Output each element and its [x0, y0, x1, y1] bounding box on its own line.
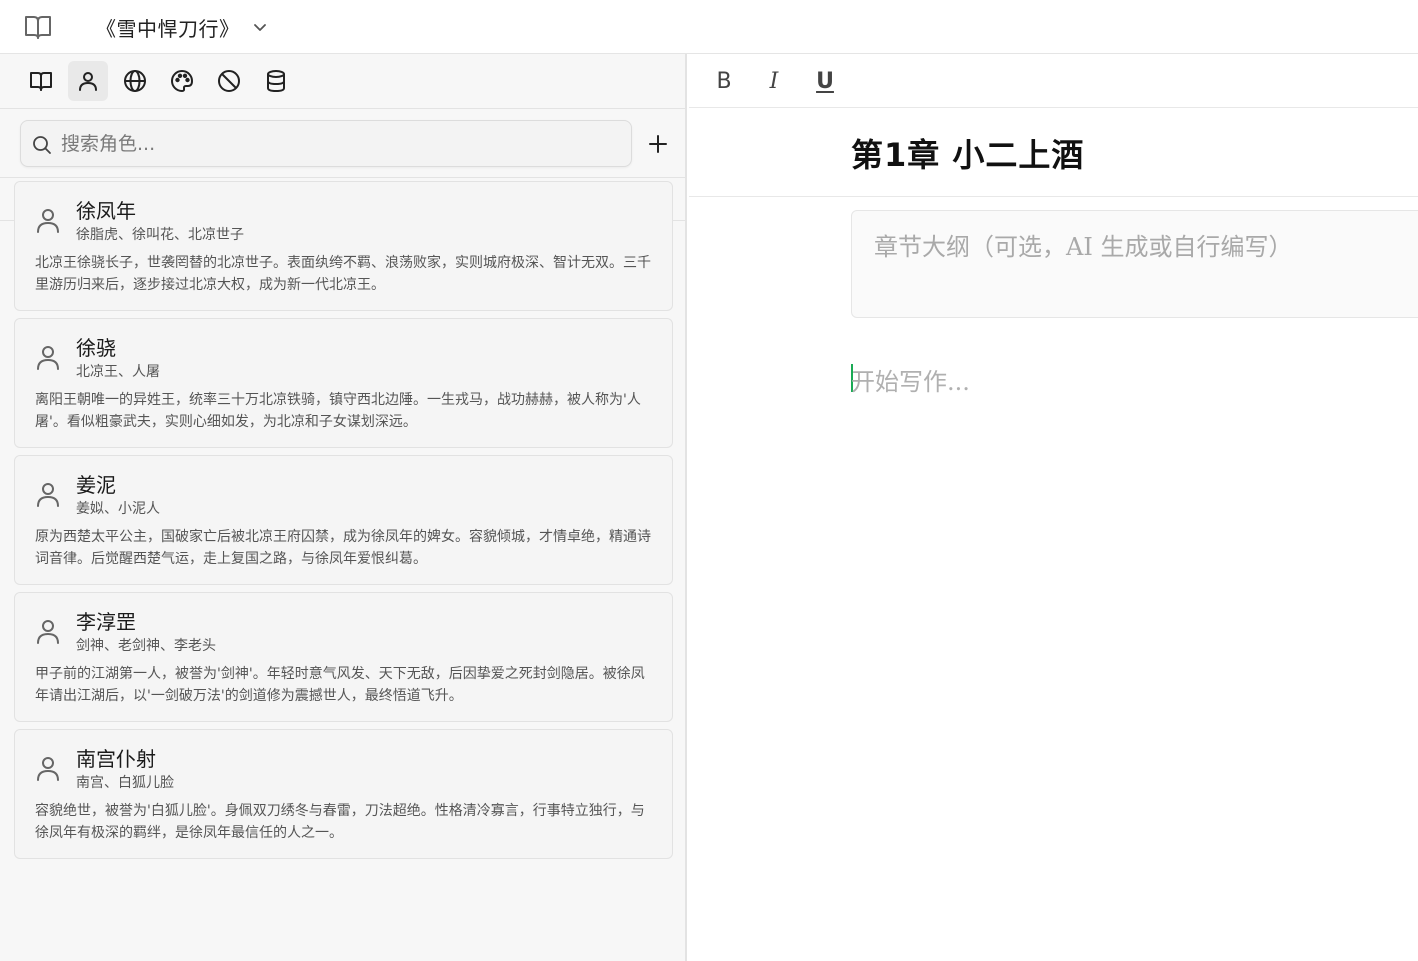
chapter-title-row: 第1章 小二上酒	[689, 108, 1418, 197]
character-name: 徐骁	[76, 336, 116, 360]
character-description: 原为西楚太平公主，国破家亡后被北凉王府囚禁，成为徐凤年的婢女。容貌倾城，才情卓绝…	[35, 529, 651, 567]
add-character-button[interactable]	[644, 130, 672, 158]
tab-style[interactable]	[162, 61, 202, 101]
top-bar: 《雪中悍刀行》	[0, 0, 1418, 54]
format-toolbar: B I U	[689, 54, 1418, 108]
search-input[interactable]	[61, 121, 621, 166]
chapter-outline-box	[851, 210, 1418, 318]
user-icon	[37, 483, 59, 507]
character-description: 甲子前的江湖第一人，被誉为'剑神'。年轻时意气风发、天下无敌，后因挚爱之死封剑隐…	[35, 666, 645, 704]
tab-forbidden[interactable]	[209, 61, 249, 101]
italic-button[interactable]: I	[759, 66, 789, 96]
editor-panel: B I U 第1章 小二上酒 开始写作...	[689, 54, 1418, 961]
plus-icon	[649, 135, 667, 153]
tab-book[interactable]	[21, 61, 61, 101]
search-row	[0, 109, 685, 178]
character-description: 北凉王徐骁长子，世袭罔替的北凉世子。表面纨绔不羁、浪荡败家，实则城府极深、智计无…	[35, 255, 651, 293]
user-icon	[79, 72, 97, 91]
user-icon	[37, 620, 59, 644]
chevron-down-icon	[253, 24, 266, 31]
search-box	[20, 120, 632, 167]
character-aliases: 北凉王、人屠	[76, 364, 160, 380]
ban-icon	[218, 70, 240, 92]
database-icon	[267, 70, 285, 93]
character-card[interactable]: 李淳罡剑神、老剑神、李老头甲子前的江湖第一人，被誉为'剑神'。年轻时意气风发、天…	[14, 592, 673, 722]
project-selector[interactable]: 《雪中悍刀行》	[96, 12, 268, 42]
character-aliases: 南宫、白狐儿脸	[76, 775, 174, 791]
user-icon	[37, 346, 59, 370]
user-icon	[37, 757, 59, 781]
character-aliases: 徐脂虎、徐叫花、北凉世子	[76, 227, 244, 243]
underline-button[interactable]: U	[810, 66, 840, 96]
palette-icon	[171, 70, 193, 92]
character-aliases: 剑神、老剑神、李老头	[76, 638, 216, 654]
tab-characters[interactable]	[68, 61, 108, 101]
panel-tab-bar	[0, 54, 685, 109]
bold-button[interactable]: B	[709, 66, 739, 96]
search-icon	[33, 136, 51, 154]
user-icon	[37, 209, 59, 233]
character-description: 容貌绝世，被誉为'白狐儿脸'。身佩双刀绣冬与春雷，刀法超绝。性格清冷寡言，行事特…	[35, 803, 645, 841]
globe-icon	[124, 70, 146, 92]
character-name: 徐凤年	[76, 199, 136, 223]
character-card[interactable]: 徐骁北凉王、人屠离阳王朝唯一的异姓王，统率三十万北凉铁骑，镇守西北边陲。一生戎马…	[14, 318, 673, 448]
tab-database[interactable]	[256, 61, 296, 101]
book-open-icon	[30, 72, 52, 91]
chapter-title[interactable]: 第1章 小二上酒	[851, 130, 1084, 176]
character-list: 徐凤年徐脂虎、徐叫花、北凉世子北凉王徐骁长子，世袭罔替的北凉世子。表面纨绔不羁、…	[14, 181, 673, 866]
chapter-outline-input[interactable]	[852, 211, 1418, 317]
character-card[interactable]: 徐凤年徐脂虎、徐叫花、北凉世子北凉王徐骁长子，世袭罔替的北凉世子。表面纨绔不羁、…	[14, 181, 673, 311]
character-aliases: 姜姒、小泥人	[76, 501, 160, 517]
character-name: 李淳罡	[76, 610, 136, 634]
project-title: 《雪中悍刀行》	[96, 16, 240, 41]
character-name: 南宫仆射	[76, 747, 156, 771]
chapter-editor[interactable]: 开始写作...	[851, 362, 1411, 402]
editor-placeholder: 开始写作...	[851, 368, 970, 396]
character-card[interactable]: 姜泥姜姒、小泥人原为西楚太平公主，国破家亡后被北凉王府囚禁，成为徐凤年的婢女。容…	[14, 455, 673, 585]
character-description: 离阳王朝唯一的异姓王，统率三十万北凉铁骑，镇守西北边陲。一生戎马，战功赫赫，被人…	[35, 392, 641, 430]
character-name: 姜泥	[76, 473, 116, 497]
book-open-icon[interactable]	[24, 14, 52, 40]
tab-world[interactable]	[115, 61, 155, 101]
character-card[interactable]: 南宫仆射南宫、白狐儿脸容貌绝世，被誉为'白狐儿脸'。身佩双刀绣冬与春雷，刀法超绝…	[14, 729, 673, 859]
